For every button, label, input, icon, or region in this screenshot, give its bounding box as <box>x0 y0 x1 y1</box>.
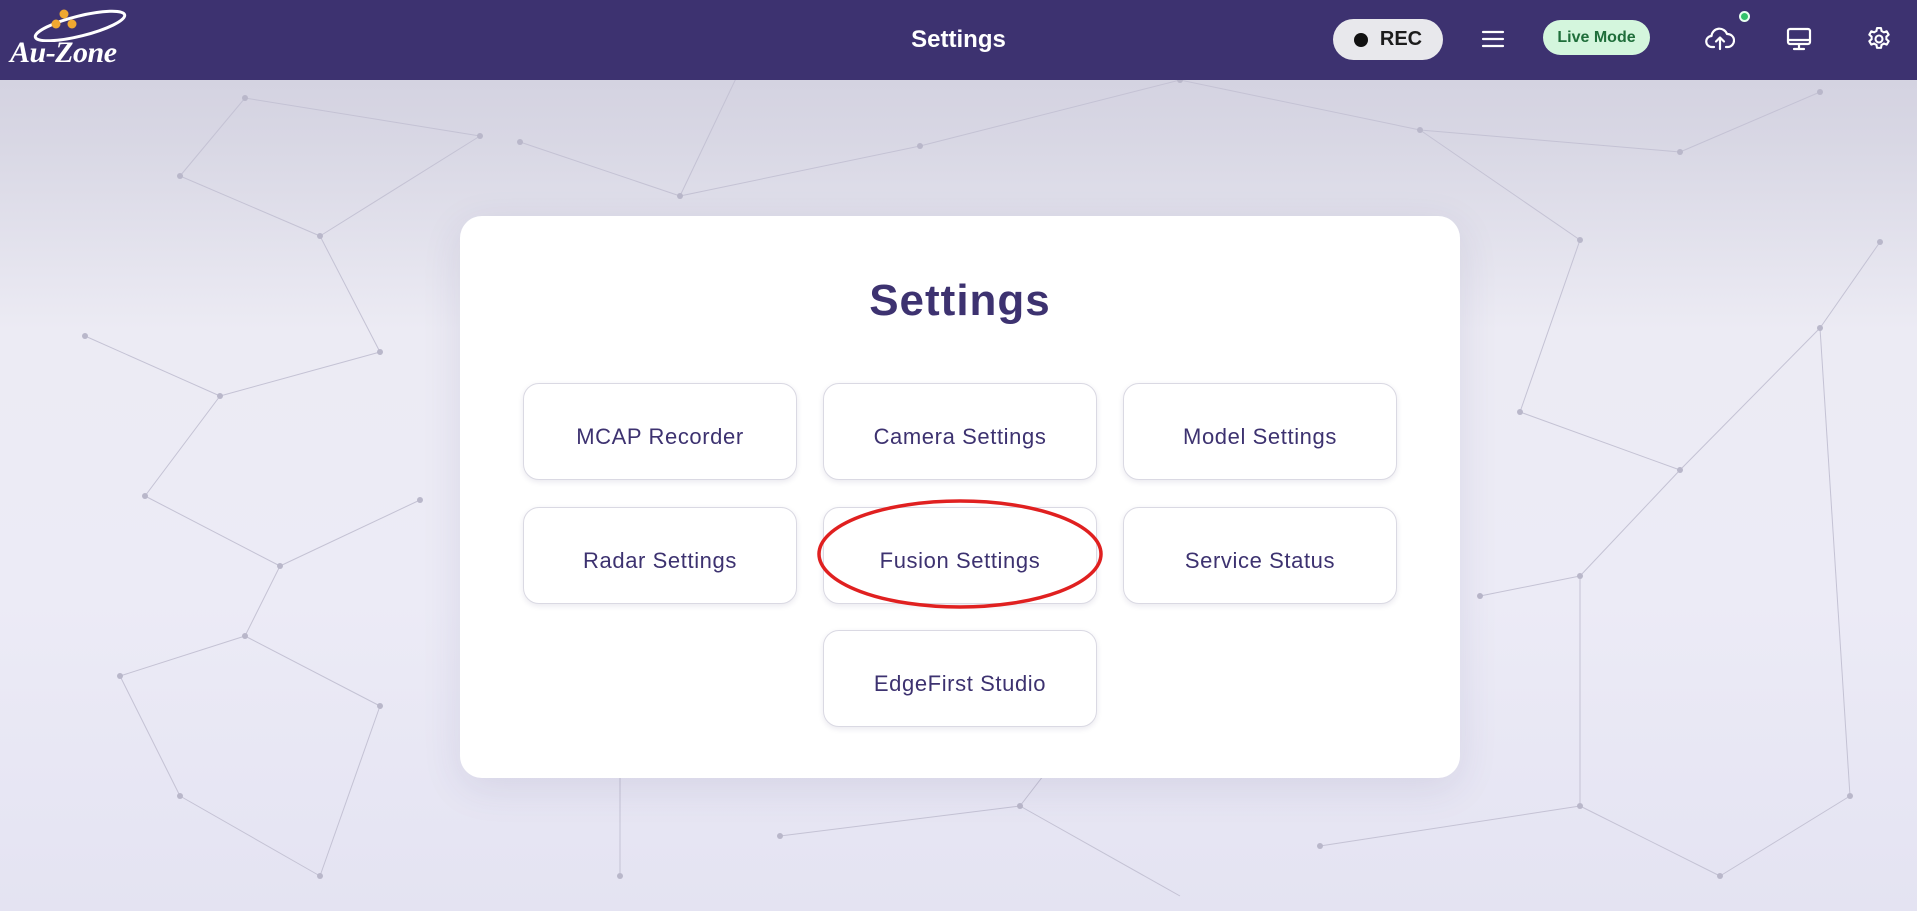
display-icon[interactable] <box>1782 22 1816 56</box>
au-zone-logo[interactable]: Au-Zone <box>10 8 135 72</box>
service-status-button[interactable]: Service Status <box>1123 507 1397 604</box>
menu-icon[interactable] <box>1476 22 1510 56</box>
camera-settings-button[interactable]: Camera Settings <box>823 383 1097 480</box>
record-dot-icon <box>1353 32 1368 47</box>
mcap-recorder-button[interactable]: MCAP Recorder <box>523 383 797 480</box>
record-label: REC <box>1379 28 1423 50</box>
record-button[interactable]: REC <box>1333 19 1443 60</box>
settings-card: Settings MCAP Recorder Camera Settings M… <box>460 216 1460 778</box>
model-settings-button[interactable]: Model Settings <box>1123 383 1397 480</box>
live-mode-badge[interactable]: Live Mode <box>1543 20 1650 55</box>
top-navigation-bar: Au-Zone Settings REC Live Mode <box>0 0 1917 80</box>
fusion-settings-button[interactable]: Fusion Settings <box>823 507 1097 604</box>
settings-card-title: Settings <box>869 276 1051 325</box>
cloud-upload-icon[interactable] <box>1703 22 1737 56</box>
radar-settings-button[interactable]: Radar Settings <box>523 507 797 604</box>
gear-icon[interactable] <box>1862 22 1896 56</box>
connection-status-dot <box>1739 11 1750 22</box>
edgefirst-studio-button[interactable]: EdgeFirst Studio <box>823 630 1097 727</box>
logo-wordmark: Au-Zone <box>10 36 117 69</box>
